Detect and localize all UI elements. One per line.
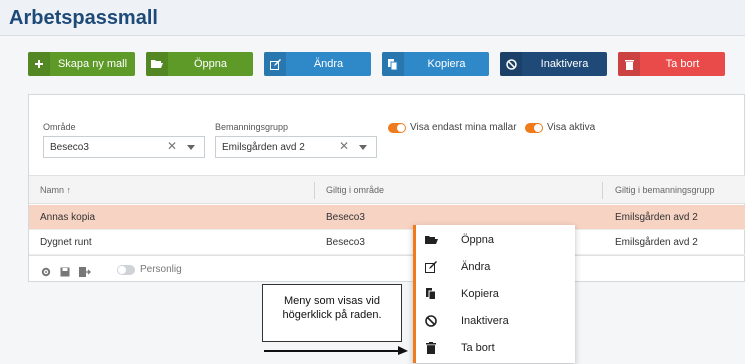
aktiva-toggle[interactable] xyxy=(525,123,543,133)
copy-button[interactable]: Kopiera xyxy=(382,52,489,76)
context-menu-label: Ta bort xyxy=(461,341,495,354)
page-title: Arbetspassmall xyxy=(9,7,158,29)
bemanningsgrupp-select[interactable]: Emilsgården avd 2 ✕ xyxy=(215,136,377,158)
annotation-callout: Meny som visas vid högerklick på raden. xyxy=(262,284,402,342)
context-menu-item-edit[interactable]: Ändra xyxy=(416,253,575,280)
template-panel: Område Beseco3 ✕ Bemanningsgrupp Emilsgå… xyxy=(28,94,745,282)
callout-arrow xyxy=(264,346,408,355)
context-menu-item-inactivate[interactable]: Inaktivera xyxy=(416,307,575,334)
callout-line: Meny som visas vid xyxy=(284,295,380,307)
mina-mallar-toggle[interactable] xyxy=(388,123,406,133)
context-menu-item-delete[interactable]: Ta bort xyxy=(416,334,575,361)
omrade-label: Område xyxy=(43,122,76,132)
omrade-dropdown-icon[interactable] xyxy=(187,145,195,150)
personlig-label: Personlig xyxy=(140,264,182,275)
create-template-label: Skapa ny mall xyxy=(57,58,128,70)
table-row[interactable]: Dygnet runt Beseco3 Emilsgården avd 2 xyxy=(29,230,745,255)
edit-button[interactable]: Ändra xyxy=(264,52,371,76)
cell-bemanningsgrupp: Emilsgården avd 2 xyxy=(615,212,698,223)
create-template-button[interactable]: Skapa ny mall xyxy=(28,52,135,76)
column-header-bemanningsgrupp[interactable]: Giltig i bemanningsgrupp xyxy=(615,185,715,195)
edit-icon xyxy=(264,52,286,76)
export-icon[interactable] xyxy=(79,264,91,282)
aktiva-label: Visa aktiva xyxy=(547,122,596,133)
personlig-toggle[interactable] xyxy=(117,265,135,275)
omrade-value: Beseco3 xyxy=(50,141,89,153)
context-menu-label: Öppna xyxy=(461,233,495,246)
folder-open-icon xyxy=(146,52,168,76)
column-header-omrade[interactable]: Giltig i område xyxy=(326,185,384,195)
cell-namn: Dygnet runt xyxy=(40,237,92,248)
plus-icon xyxy=(28,52,50,76)
context-menu-label: Inaktivera xyxy=(461,314,509,327)
delete-button[interactable]: Ta bort xyxy=(618,52,725,76)
open-label: Öppna xyxy=(193,58,228,70)
cell-namn: Annas kopia xyxy=(40,212,96,223)
delete-label: Ta bort xyxy=(665,58,700,70)
copy-label: Kopiera xyxy=(427,58,466,70)
context-menu-item-copy[interactable]: Kopiera xyxy=(416,280,575,307)
copy-icon xyxy=(382,52,404,76)
inactivate-label: Inaktivera xyxy=(540,58,589,70)
bemanningsgrupp-label: Bemanningsgrupp xyxy=(215,122,289,132)
clear-bemanningsgrupp-icon[interactable]: ✕ xyxy=(339,139,349,153)
callout-line: högerklick på raden. xyxy=(282,309,382,321)
bemanningsgrupp-dropdown-icon[interactable] xyxy=(359,145,367,150)
ban-icon xyxy=(416,314,446,327)
gear-icon[interactable] xyxy=(41,264,51,282)
column-divider[interactable] xyxy=(602,182,603,199)
inactivate-button[interactable]: Inaktivera xyxy=(500,52,607,76)
cell-omrade: Beseco3 xyxy=(326,212,365,223)
save-icon[interactable] xyxy=(60,264,70,282)
context-menu-item-open[interactable]: Öppna xyxy=(416,226,575,253)
folder-open-icon xyxy=(416,235,446,245)
context-menu: Öppna Ändra Kopiera Inaktivera Ta bort xyxy=(413,225,575,363)
open-button[interactable]: Öppna xyxy=(146,52,253,76)
column-header-namn[interactable]: Namn ↑ xyxy=(40,185,71,195)
mina-mallar-label: Visa endast mina mallar xyxy=(410,122,517,133)
clear-omrade-icon[interactable]: ✕ xyxy=(167,139,177,153)
edit-icon xyxy=(416,260,446,273)
omrade-select[interactable]: Beseco3 ✕ xyxy=(43,136,205,158)
edit-label: Ändra xyxy=(313,58,344,70)
trash-icon xyxy=(618,52,640,76)
column-divider[interactable] xyxy=(314,182,315,199)
cell-bemanningsgrupp: Emilsgården avd 2 xyxy=(615,237,698,248)
cell-omrade: Beseco3 xyxy=(326,237,365,248)
grid-footer: Personlig xyxy=(29,255,745,281)
page-header: Arbetspassmall xyxy=(0,0,745,36)
grid-header: Namn ↑ Giltig i område Giltig i bemannin… xyxy=(29,175,745,204)
context-menu-label: Kopiera xyxy=(461,287,499,300)
ban-icon xyxy=(500,52,522,76)
context-menu-label: Ändra xyxy=(461,260,491,273)
bemanningsgrupp-value: Emilsgården avd 2 xyxy=(222,141,305,153)
table-row[interactable]: Annas kopia Beseco3 Emilsgården avd 2 xyxy=(29,205,745,230)
copy-icon xyxy=(416,287,446,300)
trash-icon xyxy=(416,341,446,354)
